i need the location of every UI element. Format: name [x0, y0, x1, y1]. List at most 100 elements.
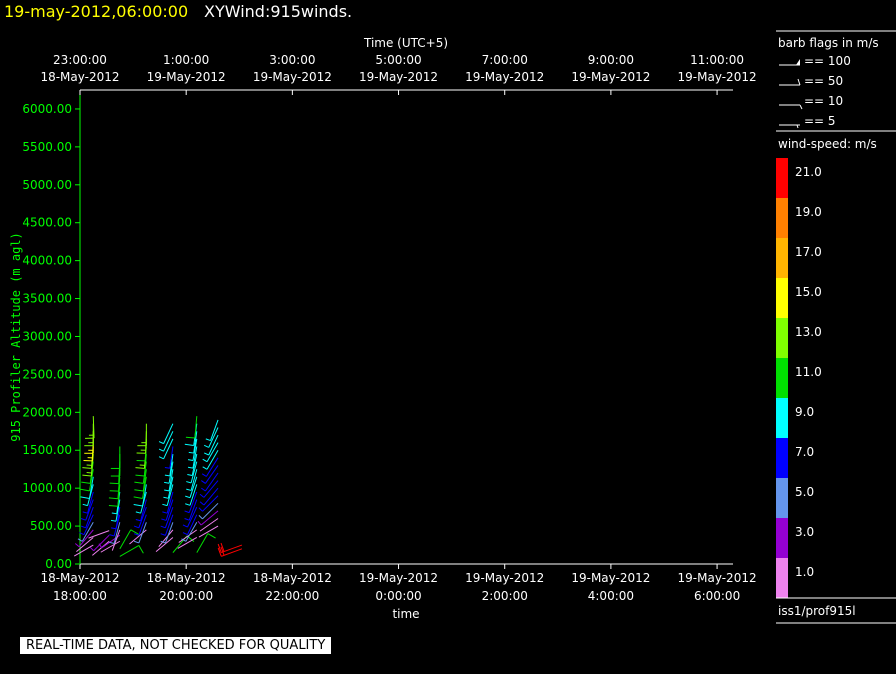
barb-staff — [78, 529, 94, 548]
y-tick-label: 5500.00 — [22, 140, 72, 154]
y-tick-label: 2000.00 — [22, 405, 72, 419]
color-legend-title: wind-speed: m/s — [778, 137, 877, 151]
color-legend-label: 17.0 — [795, 245, 822, 259]
barb-flag — [81, 481, 91, 484]
barb-staff — [198, 525, 219, 538]
barb-half-flag — [74, 543, 80, 548]
barb-half-flag — [186, 488, 192, 491]
barb-flag — [108, 505, 118, 507]
barb-legend-title: barb flags in m/s — [778, 36, 879, 50]
barb-flag — [108, 497, 118, 500]
barb-half-flag — [164, 467, 170, 469]
barb-half-flag — [185, 495, 191, 499]
barb-half-flag — [199, 501, 205, 506]
barb-half-flag — [188, 451, 194, 454]
color-legend-label: 15.0 — [795, 285, 822, 299]
barb-flag — [185, 436, 195, 439]
wind-barb — [133, 506, 147, 529]
y-tick-label: 4500.00 — [22, 216, 72, 230]
barb-staff — [202, 502, 219, 520]
wind-barb — [178, 529, 198, 543]
color-legend-item: 13.0 — [776, 318, 822, 358]
barb-legend-item: == 50 — [779, 74, 843, 88]
wind-barb — [199, 518, 219, 532]
color-legend-label: 5.0 — [795, 485, 814, 499]
barb-flag — [82, 467, 92, 469]
quality-notice: REAL-TIME DATA, NOT CHECKED FOR QUALITY — [20, 637, 332, 654]
color-swatch — [776, 558, 788, 598]
barb-half-flag — [82, 503, 88, 507]
color-swatch — [776, 358, 788, 398]
y-tick-label: 3500.00 — [22, 292, 72, 306]
barb-legend-label: == 100 — [804, 54, 851, 68]
barb-flag — [133, 496, 143, 499]
barb-half-flag — [187, 459, 194, 462]
color-legend-label: 11.0 — [795, 365, 822, 379]
barb-legend-item: == 5 — [779, 114, 836, 129]
y-tick-label: 5000.00 — [22, 178, 72, 192]
wind-barb — [185, 476, 198, 499]
y-tick-label: 0.00 — [45, 557, 72, 571]
wind-barb — [162, 484, 174, 507]
wind-barb — [80, 499, 94, 521]
source-label: iss1/prof915l — [778, 604, 856, 618]
y-tick-label: 6000.00 — [22, 102, 72, 116]
color-swatch — [776, 398, 788, 438]
top-axis-ticks: 23:00:00 18-May-2012 1:00:00 19-May-2012 3:0… — [40, 53, 757, 95]
barb-staff — [221, 548, 243, 557]
bottom-tick-date: 19-May-2012 — [465, 571, 544, 585]
wind-barb — [172, 535, 195, 553]
color-legend-item: 3.0 — [776, 518, 814, 558]
bottom-tick-time: 22:00:00 — [265, 589, 319, 603]
wind-barb — [217, 546, 243, 557]
barb-half-flag — [202, 458, 208, 463]
color-legend-item: 19.0 — [776, 198, 822, 238]
y-axis-ticks: 0.00 500.00 1000.00 1500.00 2000.00 2500.00 30… — [22, 102, 80, 571]
y-tick-label: 500.00 — [30, 519, 72, 533]
barb-flag — [207, 533, 216, 539]
bottom-tick-time: 6:00:00 — [694, 589, 740, 603]
barb-half-flag — [187, 466, 194, 469]
barb-half-flag — [164, 481, 170, 484]
barb-half-flag — [199, 493, 205, 498]
top-tick-date: 19-May-2012 — [147, 70, 226, 84]
color-legend-item: 7.0 — [776, 438, 814, 478]
barb-half-flag — [198, 514, 203, 520]
top-tick-time: 1:00:00 — [163, 53, 209, 67]
top-tick-date: 19-May-2012 — [678, 70, 757, 84]
barb-half-flag — [111, 512, 117, 515]
barb-half-flag — [80, 518, 86, 521]
barb-legend-label: == 50 — [804, 74, 843, 88]
barb-half-flag — [163, 496, 169, 499]
barb-half-flag — [82, 511, 88, 514]
bottom-tick-date: 19-May-2012 — [571, 571, 650, 585]
barb-half-flag — [203, 452, 209, 456]
wind-barb — [85, 416, 95, 439]
color-swatch — [776, 518, 788, 558]
barb-half-flag — [158, 456, 164, 460]
wind-barb — [109, 469, 121, 492]
color-swatch — [776, 478, 788, 518]
bottom-axis-ticks: 18-May-2012 18:00:00 18-May-2012 20:00:00 18… — [40, 564, 757, 603]
barb-half-flag — [89, 546, 94, 552]
color-legend-label: 9.0 — [795, 405, 814, 419]
top-tick-time: 7:00:00 — [482, 53, 528, 67]
barb-flag — [80, 496, 90, 499]
bottom-tick-time: 2:00:00 — [482, 589, 528, 603]
barb-half-flag — [161, 518, 167, 521]
top-tick-time: 11:00:00 — [690, 53, 744, 67]
wind-barb — [119, 544, 144, 557]
barb-legend: == 100 == 50 == 10 == 5 — [779, 54, 851, 129]
color-legend-item: 17.0 — [776, 238, 822, 278]
wind-barb — [198, 525, 219, 538]
wind-barb — [129, 529, 147, 545]
wind-barb — [161, 499, 174, 521]
barb-half-flag — [201, 487, 206, 492]
bottom-tick-time: 20:00:00 — [159, 589, 213, 603]
top-tick-date: 18-May-2012 — [40, 70, 119, 84]
barb-flag — [133, 503, 143, 507]
barb-staff — [129, 529, 147, 545]
color-swatch — [776, 198, 788, 238]
top-tick-time: 9:00:00 — [588, 53, 634, 67]
y-tick-label: 4000.00 — [22, 254, 72, 268]
